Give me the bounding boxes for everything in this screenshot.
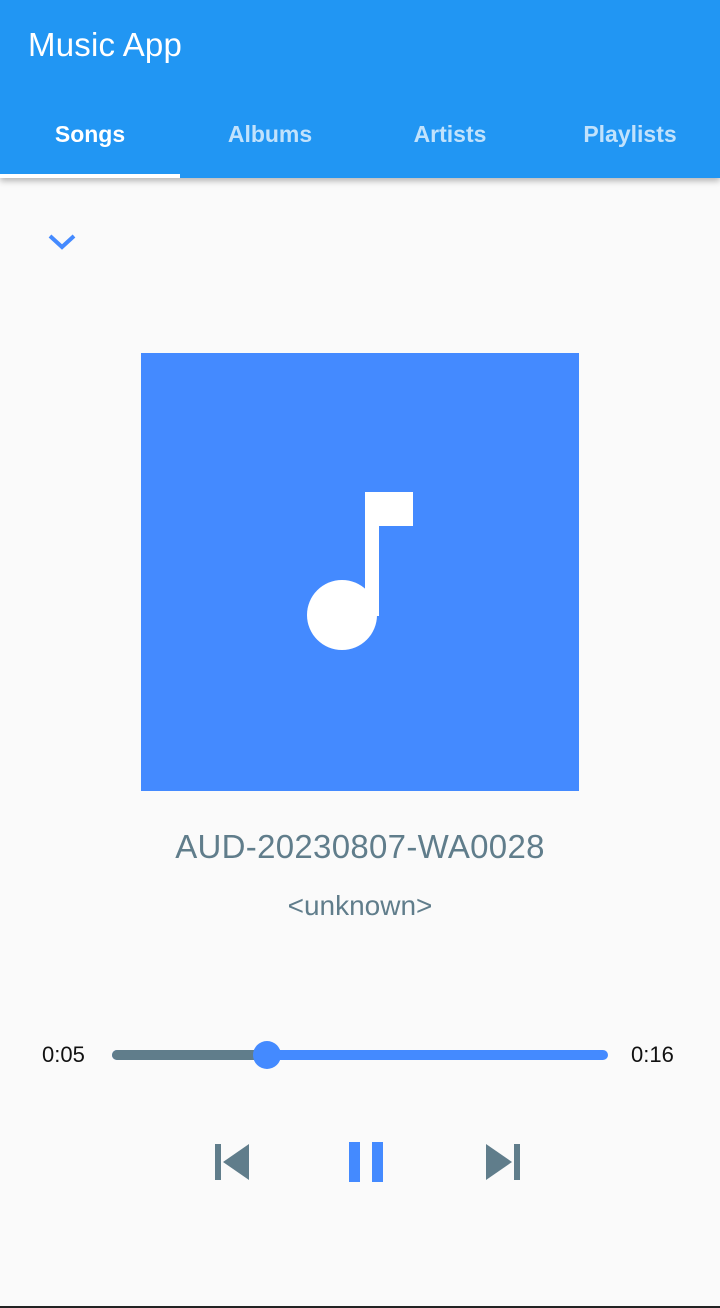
- tab-artists[interactable]: Artists: [360, 100, 540, 178]
- seek-played: [112, 1050, 267, 1060]
- album-art: [141, 353, 579, 791]
- tab-songs[interactable]: Songs: [0, 100, 180, 178]
- chevron-down-icon: [48, 234, 76, 250]
- tab-bar: Songs Albums Artists Playlists: [0, 100, 720, 178]
- song-artist: <unknown>: [287, 890, 433, 921]
- tab-albums[interactable]: Albums: [180, 100, 360, 178]
- music-player-screen: Music App Songs Albums Artists Playlists…: [0, 0, 720, 1308]
- seek-thumb[interactable]: [253, 1041, 281, 1069]
- skip-next-icon: [486, 1144, 520, 1180]
- collapse-player-button[interactable]: [38, 222, 86, 262]
- tab-playlists[interactable]: Playlists: [540, 100, 720, 178]
- music-note-icon: [307, 492, 413, 650]
- seek-bar[interactable]: [112, 1038, 608, 1072]
- skip-previous-icon: [215, 1144, 249, 1180]
- app-title: Music App: [28, 26, 183, 63]
- play-pause-button[interactable]: [342, 1138, 390, 1186]
- elapsed-time: 0:05: [42, 1042, 85, 1067]
- previous-button[interactable]: [207, 1138, 255, 1186]
- next-button[interactable]: [480, 1138, 528, 1186]
- pause-icon: [349, 1142, 383, 1182]
- app-bar: Music App Songs Albums Artists Playlists: [0, 0, 720, 178]
- total-time: 0:16: [631, 1042, 674, 1067]
- song-title: AUD-20230807-WA0028: [175, 828, 545, 865]
